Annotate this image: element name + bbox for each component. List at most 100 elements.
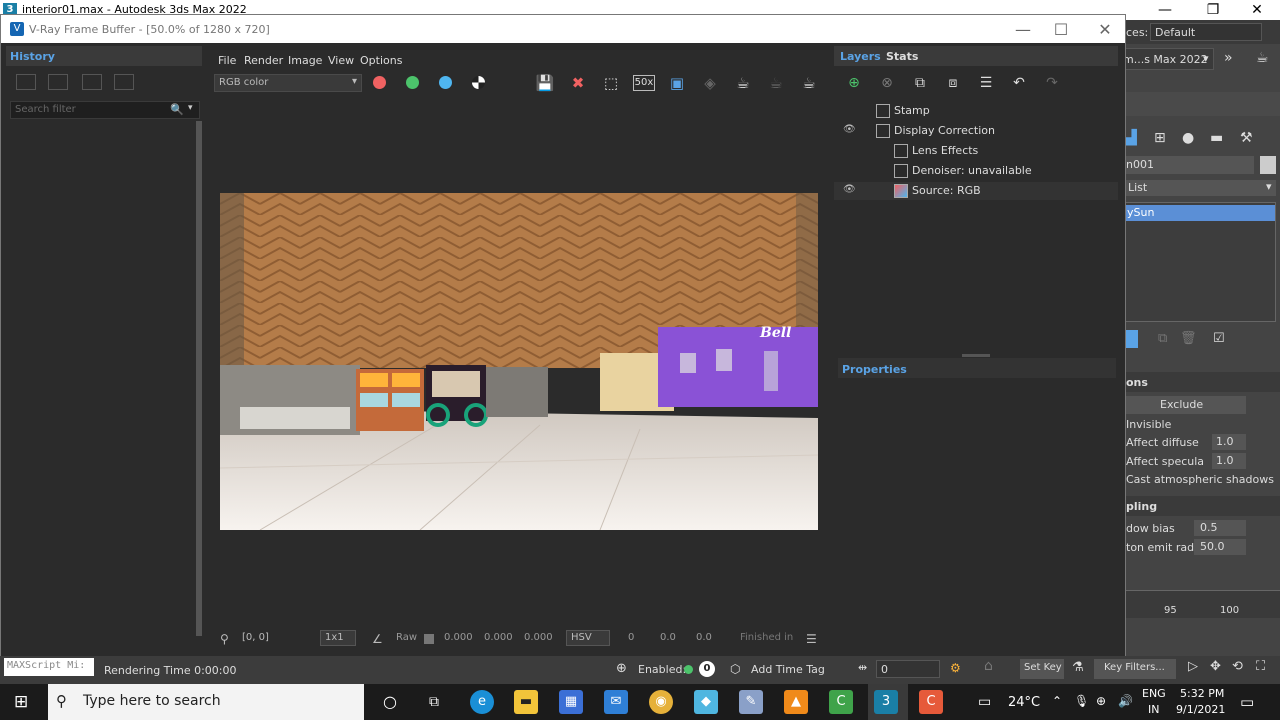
stop-render-icon[interactable]: ◈	[699, 72, 721, 94]
layer-checkbox-icon[interactable]	[876, 104, 890, 118]
affect-diffuse-spinner[interactable]: 1.0	[1212, 434, 1246, 450]
set-key-button[interactable]: Set Key	[1020, 659, 1064, 679]
object-name-field[interactable]: n001	[1124, 156, 1254, 174]
object-listbox[interactable]: ySun	[1124, 202, 1276, 322]
teapot-icon[interactable]: ☕	[1256, 50, 1269, 66]
add-layer-icon[interactable]: ⊕	[842, 72, 866, 94]
list-item-selected[interactable]: ySun	[1125, 205, 1275, 221]
time-tag-icon[interactable]: ⊕	[616, 661, 627, 676]
render-last-icon[interactable]: ☕	[765, 72, 787, 94]
motion-tab-icon[interactable]: ●	[1182, 130, 1194, 146]
history-compare-icon[interactable]	[48, 74, 68, 90]
pick-pixel-icon[interactable]: ⚲	[220, 632, 229, 646]
maximize-viewport-icon[interactable]: ⛶	[1256, 659, 1265, 674]
layer-stamp[interactable]: Stamp	[834, 102, 1118, 120]
3dsmax-taskbar-icon[interactable]: 3	[874, 690, 898, 714]
volume-icon[interactable]: 🔊	[1118, 694, 1133, 708]
vfb-maximize-button[interactable]: ☐	[1041, 19, 1081, 41]
log-icon[interactable]: ☰	[806, 632, 817, 646]
key-filter-icon[interactable]: ⚗	[1072, 660, 1084, 675]
menu-view[interactable]: View	[328, 54, 354, 67]
clock-time[interactable]: 5:32 PM	[1180, 687, 1224, 700]
menu-options[interactable]: Options	[360, 54, 402, 67]
windows-start-icon[interactable]: ⊞	[14, 692, 28, 712]
history-tab[interactable]: History	[10, 50, 55, 63]
max-close-button[interactable]: ✕	[1234, 0, 1280, 20]
menu-image[interactable]: Image	[288, 54, 322, 67]
edge-browser-icon[interactable]: e	[470, 690, 494, 714]
product-dropdown[interactable]: m...s Max 2022 ▾	[1118, 48, 1214, 70]
notifications-icon[interactable]: ▭	[1240, 693, 1254, 711]
network-icon[interactable]: ⊕	[1096, 694, 1106, 708]
render-icon[interactable]: ☕	[798, 72, 820, 94]
pin-stack-icon[interactable]	[1124, 330, 1138, 348]
clear-image-icon[interactable]: ✖	[567, 72, 589, 94]
stats-tab[interactable]: Stats	[886, 50, 918, 63]
layer-list-icon[interactable]: ☰	[974, 72, 998, 94]
layers-tab[interactable]: Layers	[840, 50, 881, 63]
vfb-minimize-button[interactable]: —	[1003, 19, 1043, 41]
timer-icon[interactable]: 0	[699, 661, 715, 677]
region-render-icon[interactable]: ⬚	[600, 72, 622, 94]
orbit-icon[interactable]: ⟲	[1232, 659, 1243, 674]
green-channel-button[interactable]	[406, 76, 419, 89]
blue-channel-button[interactable]	[439, 76, 452, 89]
menu-file[interactable]: File	[218, 54, 236, 67]
weather-temp[interactable]: 24°C	[1008, 695, 1040, 710]
maxscript-listener[interactable]: MAXScript Mi:	[4, 658, 94, 676]
pan-icon[interactable]: ✥	[1210, 659, 1221, 674]
cortana-icon[interactable]: ○	[378, 690, 402, 714]
save-image-icon[interactable]: 💾	[534, 72, 556, 94]
auto-key-icon[interactable]: ⌂	[984, 658, 993, 674]
key-mode-icon[interactable]: ⚙	[950, 661, 961, 675]
file-explorer-icon[interactable]: ▬	[514, 690, 538, 714]
create-tab-icon[interactable]: ▟	[1126, 130, 1137, 146]
weather-icon[interactable]: ▭	[978, 694, 991, 710]
rendered-image[interactable]: Bell	[220, 193, 818, 530]
exclude-button[interactable]: Exclude	[1126, 396, 1246, 414]
red-channel-button[interactable]	[373, 76, 386, 89]
mail-icon[interactable]: ✉	[604, 690, 628, 714]
layer-lens-effects[interactable]: Lens Effects	[834, 142, 1118, 160]
zoom-icon[interactable]: 50x	[633, 75, 655, 91]
menu-render[interactable]: Render	[244, 54, 283, 67]
tray-chevron-icon[interactable]: ⌃	[1052, 694, 1062, 708]
recorder-icon[interactable]: C	[919, 690, 943, 714]
fit-icon[interactable]: ▣	[666, 72, 688, 94]
save-layers-icon[interactable]: ⧉	[908, 72, 932, 94]
search-dropdown-icon[interactable]: ▾	[188, 103, 193, 113]
language-eng[interactable]: ENG	[1142, 687, 1166, 700]
undo-icon[interactable]: ↶	[1007, 72, 1031, 94]
max-minimize-button[interactable]: —	[1142, 0, 1188, 20]
app-icon[interactable]: ◆	[694, 690, 718, 714]
vfb-close-button[interactable]: ✕	[1085, 19, 1125, 41]
utilities-tab-icon[interactable]: ⚒	[1240, 130, 1253, 146]
search-icon[interactable]: 🔍	[170, 103, 184, 116]
remove-modifier-icon[interactable]: 🗑	[1180, 331, 1197, 346]
paint-icon[interactable]: ✎	[739, 690, 763, 714]
taskbar-search-box[interactable]: ⚲ Type here to search	[48, 684, 364, 720]
alpha-channel-button[interactable]	[472, 76, 485, 89]
interactive-render-icon[interactable]: ☕	[732, 72, 754, 94]
object-color-swatch[interactable]	[1260, 156, 1276, 174]
expand-icon[interactable]: »	[1224, 50, 1233, 66]
ratio-dropdown[interactable]: 1x1	[320, 630, 356, 646]
color-mode-dropdown[interactable]: HSV	[566, 630, 610, 646]
delete-layer-icon[interactable]: ⊗	[875, 72, 899, 94]
add-time-tag-label[interactable]: Add Time Tag	[751, 663, 825, 676]
workspaces-dropdown[interactable]: Default	[1150, 23, 1262, 41]
redo-icon[interactable]: ↷	[1040, 72, 1064, 94]
properties-tab[interactable]: Properties	[842, 363, 907, 376]
frame-spinner[interactable]: 0	[876, 660, 940, 678]
eye-icon[interactable]: 👁	[843, 124, 856, 135]
microsoft-store-icon[interactable]: ▦	[559, 690, 583, 714]
shadow-bias-spinner[interactable]: 0.5	[1194, 520, 1246, 536]
language-in[interactable]: IN	[1148, 703, 1159, 716]
time-tag-add-icon[interactable]: ⬡	[730, 662, 740, 676]
eye-icon[interactable]: 👁	[843, 184, 856, 195]
history-load-icon[interactable]	[82, 74, 102, 90]
chrome-icon[interactable]: ◉	[649, 690, 673, 714]
frame-nav-icon[interactable]: ⇹	[858, 661, 867, 674]
max-restore-button[interactable]: ❐	[1190, 0, 1236, 20]
load-layers-icon[interactable]: ⧈	[941, 72, 965, 94]
